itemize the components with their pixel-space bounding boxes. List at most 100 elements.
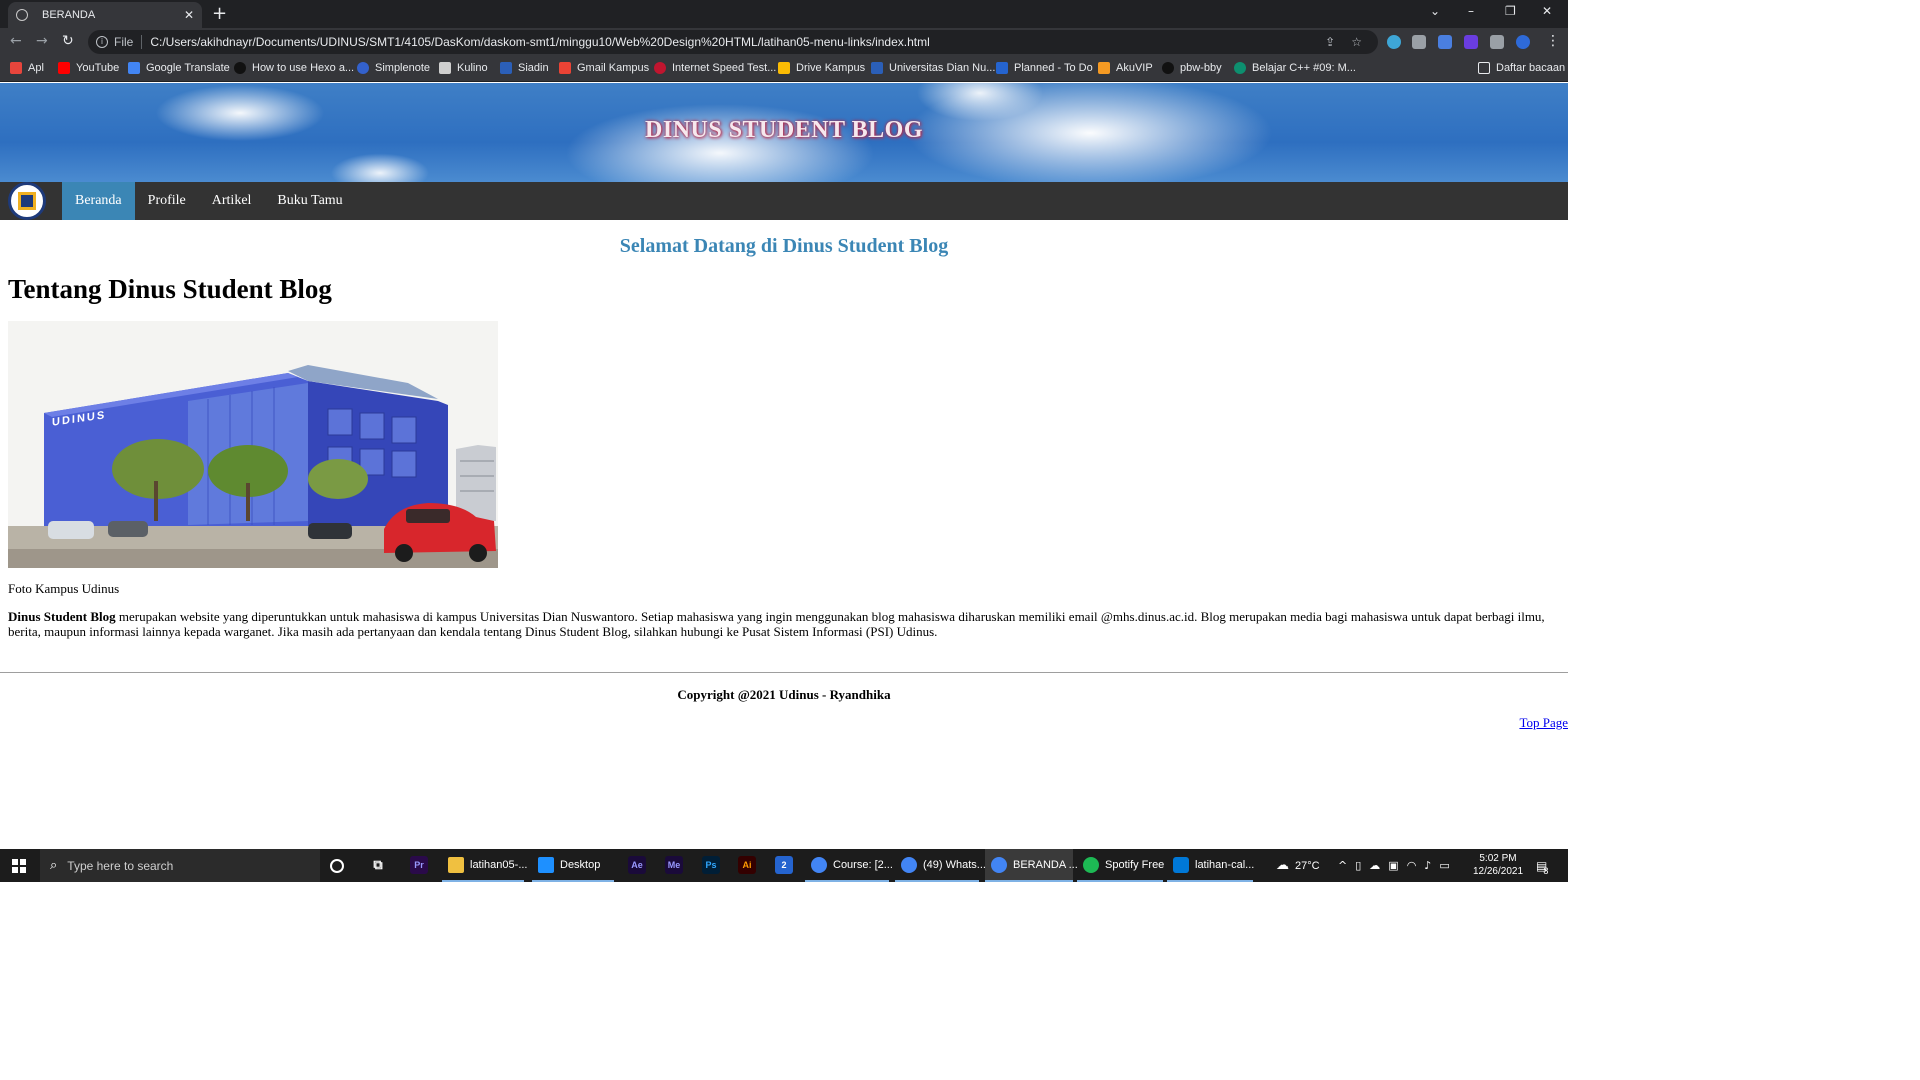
translate-extension-icon[interactable] xyxy=(1438,35,1452,49)
extension-icon-4[interactable] xyxy=(1464,35,1478,49)
bookmark-item[interactable]: Kulino xyxy=(439,62,488,74)
github-icon xyxy=(1162,62,1174,74)
url-scheme-label: File xyxy=(114,35,143,49)
taskbar-app-chrome-beranda[interactable]: BERANDA ... xyxy=(985,849,1078,882)
taskbar-app-vscode[interactable]: latihan-cal... xyxy=(1167,849,1254,882)
speedtest-icon xyxy=(654,62,666,74)
search-placeholder: Type here to search xyxy=(67,858,174,873)
bookmark-label: AkuVIP xyxy=(1116,62,1153,74)
figure-caption: Foto Kampus Udinus xyxy=(8,581,120,596)
restore-button[interactable]: ❐ xyxy=(1505,4,1516,18)
siadin-icon xyxy=(500,62,512,74)
taskbar-app-desktop[interactable]: Desktop xyxy=(532,849,614,882)
cortana-icon[interactable] xyxy=(330,859,344,873)
copyright-text: Copyright @2021 Udinus - Ryandhika xyxy=(677,687,891,702)
nav-artikel[interactable]: Artikel xyxy=(199,182,265,220)
new-tab-button[interactable]: + xyxy=(212,3,227,24)
menu-kebab-icon[interactable]: ⋮ xyxy=(1546,33,1560,49)
bookmark-item[interactable]: Google Translate xyxy=(128,62,230,74)
back-arrow-icon[interactable]: ← xyxy=(10,33,22,49)
bookmark-item[interactable]: Drive Kampus xyxy=(778,62,865,74)
taskbar-app-chrome-course[interactable]: Course: [2... xyxy=(805,849,893,882)
taskbar-app-spotify[interactable]: Spotify Free xyxy=(1077,849,1165,882)
folder-icon xyxy=(448,856,464,873)
weather-temp: 27°C xyxy=(1295,859,1320,872)
gmail-icon xyxy=(559,62,571,74)
nav-profile[interactable]: Profile xyxy=(135,182,199,220)
bookmark-item[interactable]: Gmail Kampus xyxy=(559,62,649,74)
tab-search-icon[interactable]: ⌄ xyxy=(1430,4,1440,18)
chrome-icon xyxy=(811,856,827,873)
after-effects-icon[interactable]: Ae xyxy=(628,856,646,874)
page-heading: Tentang Dinus Student Blog xyxy=(8,274,332,304)
battery-saver-icon[interactable]: ▯ xyxy=(1355,859,1361,872)
bookmark-item[interactable]: Siadin xyxy=(500,62,549,74)
windows-taskbar: ⌕ Type here to search ⧉ Pr latihan05-...… xyxy=(0,849,1568,882)
taskbar-app-label: Spotify Free xyxy=(1105,858,1165,871)
profile-avatar[interactable] xyxy=(1516,35,1530,49)
top-page-link[interactable]: Top Page xyxy=(1519,715,1568,731)
battery-icon[interactable]: ▭ xyxy=(1439,859,1449,872)
bookmark-label: Belajar C++ #09: M... xyxy=(1252,62,1356,74)
photoshop-icon[interactable]: Ps xyxy=(702,856,720,874)
taskbar-search-box[interactable]: ⌕ Type here to search xyxy=(40,849,320,882)
petani-kode-icon xyxy=(1234,62,1246,74)
puzzle-extensions-icon[interactable] xyxy=(1490,35,1504,49)
bookmark-item[interactable]: Apl xyxy=(10,62,44,74)
taskbar-app-explorer[interactable]: latihan05-... xyxy=(442,849,527,882)
display-icon[interactable]: ▣ xyxy=(1388,859,1398,872)
url-text[interactable]: C:/Users/akihdnayr/Documents/UDINUS/SMT1… xyxy=(150,35,1325,49)
info-icon[interactable]: i xyxy=(96,36,108,48)
media-encoder-icon[interactable]: Me xyxy=(665,856,683,874)
share-icon[interactable]: ⇪ xyxy=(1325,35,1335,49)
bookmark-item[interactable]: AkuVIP xyxy=(1098,62,1153,74)
premiere-pro-icon[interactable]: Pr xyxy=(410,856,428,874)
nav-buku-tamu[interactable]: Buku Tamu xyxy=(264,182,355,220)
bookmark-item[interactable]: YouTube xyxy=(58,62,119,74)
bookmark-star-icon[interactable]: ☆ xyxy=(1351,35,1362,49)
bookmark-item[interactable]: Belajar C++ #09: M... xyxy=(1234,62,1356,74)
google-drive-icon xyxy=(778,62,790,74)
start-button[interactable] xyxy=(0,849,38,882)
close-window-button[interactable]: ✕ xyxy=(1542,4,1552,18)
browser-toolbar: ← → ↻ i File C:/Users/akihdnayr/Document… xyxy=(0,28,1568,56)
extension-icon-1[interactable] xyxy=(1387,35,1401,49)
bookmark-label: Universitas Dian Nu... xyxy=(889,62,996,74)
illustrator-icon[interactable]: Ai xyxy=(738,856,756,874)
reading-list-label: Daftar bacaan xyxy=(1496,62,1566,74)
notification-center-button[interactable]: ▤ 8 xyxy=(1536,849,1548,882)
site-nav-bar: Beranda Profile Artikel Buku Tamu xyxy=(0,182,1568,220)
taskbar-app-chrome-whatsapp[interactable]: (49) Whats... xyxy=(895,849,986,882)
bookmark-item[interactable]: Simplenote xyxy=(357,62,430,74)
close-tab-icon[interactable]: ✕ xyxy=(184,8,194,22)
browser-tab-active[interactable]: BERANDA ✕ xyxy=(8,2,202,28)
campus-building-illustration xyxy=(8,321,498,568)
bookmark-item[interactable]: Internet Speed Test... xyxy=(654,62,776,74)
reload-icon[interactable]: ↻ xyxy=(62,33,74,49)
nav-beranda[interactable]: Beranda xyxy=(62,182,135,220)
todo-app-icon[interactable]: 2 xyxy=(775,856,793,874)
onedrive-icon[interactable]: ☁ xyxy=(1369,859,1380,872)
apps-grid-icon xyxy=(10,62,22,74)
wifi-icon[interactable]: ◠ xyxy=(1407,859,1417,872)
bookmark-item[interactable]: Universitas Dian Nu... xyxy=(871,62,995,74)
akuvip-icon xyxy=(1098,62,1110,74)
search-icon: ⌕ xyxy=(50,858,58,873)
camera-extension-icon[interactable] xyxy=(1412,35,1426,49)
reading-list-button[interactable]: Daftar bacaan xyxy=(1478,62,1565,74)
system-tray: ^ ▯ ☁ ▣ ◠ ♪ ▭ xyxy=(1338,849,1450,882)
weather-widget[interactable]: ☁ 27°C xyxy=(1276,849,1320,882)
clock[interactable]: 5:02 PM 12/26/2021 xyxy=(1466,852,1530,878)
bookmark-item[interactable]: pbw-bby xyxy=(1162,62,1222,74)
bookmark-label: Drive Kampus xyxy=(796,62,866,74)
minimize-button[interactable]: – xyxy=(1468,4,1474,18)
bookmark-item[interactable]: How to use Hexo a... xyxy=(234,62,354,74)
forward-arrow-icon[interactable]: → xyxy=(36,33,48,49)
notification-count: 8 xyxy=(1543,865,1549,876)
volume-icon[interactable]: ♪ xyxy=(1424,859,1431,872)
address-bar[interactable]: i File C:/Users/akihdnayr/Documents/UDIN… xyxy=(88,30,1378,54)
task-view-icon[interactable]: ⧉ xyxy=(369,856,387,874)
bookmark-label: Apl xyxy=(28,62,44,74)
bookmark-item[interactable]: Planned - To Do xyxy=(996,62,1093,74)
chevron-up-icon[interactable]: ^ xyxy=(1338,859,1347,872)
